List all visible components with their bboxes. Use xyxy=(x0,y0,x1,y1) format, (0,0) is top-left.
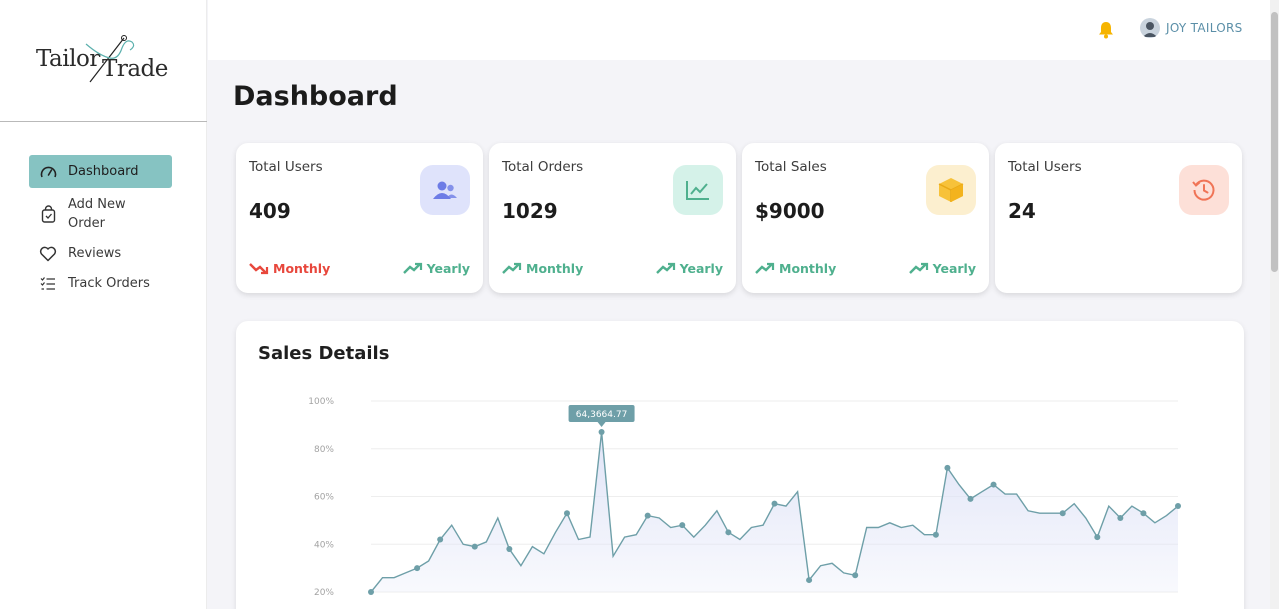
data-point xyxy=(1094,534,1101,541)
card-value: 24 xyxy=(1008,199,1036,223)
avatar xyxy=(1140,18,1160,38)
tailor-trade-logo[interactable]: Tailor Trade xyxy=(36,34,176,94)
shopping-bag-icon xyxy=(39,205,57,223)
checklist-icon xyxy=(39,275,57,293)
trend-yearly[interactable]: Yearly xyxy=(655,261,723,276)
data-point xyxy=(437,536,444,543)
users-icon xyxy=(420,165,470,215)
trend-up-icon xyxy=(402,262,422,274)
trend-up-icon xyxy=(755,262,775,274)
page-scrollbar[interactable] xyxy=(1270,0,1279,609)
sidebar-nav: Dashboard Add New Order Reviews Track Ord… xyxy=(29,155,179,297)
sidebar-item-label: Dashboard xyxy=(68,164,139,179)
page-title: Dashboard xyxy=(233,81,398,112)
data-point xyxy=(679,522,686,529)
trend-label: Yearly xyxy=(932,261,976,276)
data-point xyxy=(806,577,813,584)
y-tick-label: 80% xyxy=(314,445,334,455)
data-point xyxy=(471,543,478,550)
data-point xyxy=(1140,510,1147,517)
stat-card-total-orders: Total Orders 1029 Monthly Yearly xyxy=(489,143,736,293)
heart-icon xyxy=(39,245,57,263)
data-point xyxy=(506,546,513,553)
label-line-1: Add New xyxy=(68,197,126,212)
user-menu[interactable]: JOY TAILORS xyxy=(1140,18,1243,38)
line-chart-icon xyxy=(673,165,723,215)
trend-label: Monthly xyxy=(526,261,584,276)
y-tick-label: 100% xyxy=(308,397,334,407)
data-point xyxy=(990,481,997,488)
card-value: $9000 xyxy=(755,199,825,223)
sidebar-item-reviews[interactable]: Reviews xyxy=(29,240,179,267)
stat-card-total-users: Total Users 409 Monthly Yearly xyxy=(236,143,483,293)
data-point xyxy=(1175,503,1181,510)
trend-label: Monthly xyxy=(779,261,837,276)
trend-label: Yearly xyxy=(679,261,723,276)
trend-monthly[interactable]: Monthly xyxy=(502,261,583,276)
sales-details-panel: Sales Details 100% 80% 60% 40% 20% 64,3664.77 xyxy=(236,321,1244,609)
y-tick-label: 60% xyxy=(314,493,334,503)
y-tick-label: 40% xyxy=(314,540,334,550)
bell-icon[interactable] xyxy=(1097,20,1115,43)
sales-area-chart[interactable]: 100% 80% 60% 40% 20% 64,3664.77 xyxy=(236,321,1244,609)
stat-card-total-sales: Total Sales $9000 Monthly Yearly xyxy=(742,143,989,293)
trend-yearly[interactable]: Yearly xyxy=(908,261,976,276)
data-point xyxy=(852,572,859,579)
card-label: Total Sales xyxy=(755,159,827,175)
trend-up-icon xyxy=(502,262,522,274)
trend-down-icon xyxy=(249,263,269,275)
trend-monthly[interactable]: Monthly xyxy=(249,261,330,276)
logo-text-trade: Trade xyxy=(102,56,168,82)
trend-label: Monthly xyxy=(273,261,331,276)
sidebar-item-add-new-order[interactable]: Add New Order xyxy=(29,192,179,236)
trend-label: Yearly xyxy=(426,261,470,276)
trend-up-icon xyxy=(908,262,928,274)
data-point xyxy=(563,510,570,517)
data-point xyxy=(1117,514,1124,521)
sidebar-item-label: Track Orders xyxy=(68,276,150,291)
trend-up-icon xyxy=(655,262,675,274)
y-tick-label: 20% xyxy=(314,588,334,598)
sidebar-item-dashboard[interactable]: Dashboard xyxy=(29,155,172,188)
data-point xyxy=(932,531,939,538)
data-point xyxy=(771,500,778,507)
sidebar-item-label: Reviews xyxy=(68,246,122,261)
data-point xyxy=(598,429,605,436)
data-point xyxy=(414,565,421,572)
data-point xyxy=(944,464,951,471)
sidebar-item-track-orders[interactable]: Track Orders xyxy=(29,270,179,297)
label-line-2: Order xyxy=(68,216,105,231)
gauge-icon xyxy=(39,163,57,181)
history-icon xyxy=(1179,165,1229,215)
stat-card-total-users-2: Total Users 24 xyxy=(995,143,1242,293)
data-point xyxy=(967,495,974,502)
area-fill xyxy=(371,432,1178,592)
user-name: JOY TAILORS xyxy=(1166,21,1243,35)
card-label: Total Users xyxy=(1008,159,1082,175)
tooltip-label: 64,3664.77 xyxy=(576,410,628,420)
trend-monthly[interactable]: Monthly xyxy=(755,261,836,276)
card-value: 409 xyxy=(249,199,291,223)
data-point xyxy=(644,512,651,519)
tooltip-arrow xyxy=(597,422,606,428)
data-point xyxy=(368,589,374,595)
trend-yearly[interactable]: Yearly xyxy=(402,261,470,276)
data-point xyxy=(725,529,732,536)
sidebar-divider xyxy=(0,121,207,122)
sidebar: Tailor Trade Dashboard Add New Order Revi… xyxy=(0,0,207,609)
data-point xyxy=(1059,510,1066,517)
card-label: Total Users xyxy=(249,159,323,175)
card-label: Total Orders xyxy=(502,159,584,175)
sidebar-item-label: Add New Order xyxy=(68,195,126,233)
scrollbar-thumb[interactable] xyxy=(1271,12,1278,272)
box-icon xyxy=(926,165,976,215)
card-value: 1029 xyxy=(502,199,558,223)
